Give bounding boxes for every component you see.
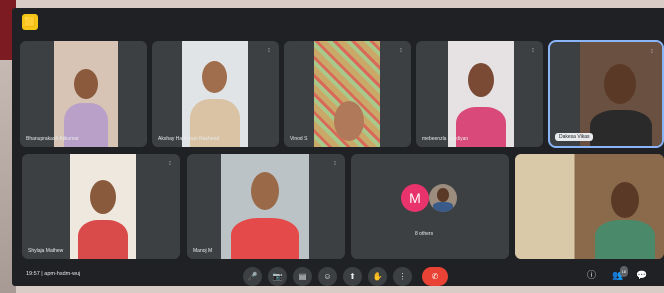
meeting-toolbar: 19:57 | apm-hsdm-wuj 🎤 📷 ▤ ☺ ⬆ ✋ ⋮ ✆ ⓘ 👥… [12, 264, 664, 286]
participant-name: Bhanuprakash Ajikumar [26, 136, 79, 142]
participant-name: Dakesa Vikas [555, 133, 594, 141]
participant-avatar-photo [429, 184, 457, 212]
meeting-code: apm-hsdm-wuj [44, 271, 81, 277]
present-button[interactable]: ⬆ [343, 267, 362, 286]
people-count-badge: 18 [619, 266, 628, 277]
more-options-icon[interactable]: ⁝ [397, 47, 405, 55]
raise-hand-button[interactable]: ✋ [368, 267, 387, 286]
meet-window: 🟨 Bhanuprakash Ajikumar ⁝ Akshay Harihar… [12, 8, 664, 286]
participant-tile[interactable]: ⁝ Shylaja Mathew [22, 154, 180, 259]
participant-name: Shylaja Mathew [28, 248, 64, 254]
more-options-icon[interactable]: ⁝ [331, 160, 339, 168]
participant-tile[interactable]: ⁝ Akshay Hariharan Rasheed [152, 41, 279, 147]
more-options-icon[interactable]: ⁝ [529, 47, 537, 55]
more-options-icon[interactable]: ⁝ [166, 160, 174, 168]
participant-tile[interactable] [515, 154, 664, 259]
others-count: 8 others [415, 231, 434, 237]
meeting-info: 19:57 | apm-hsdm-wuj [26, 271, 80, 277]
captions-button[interactable]: ▤ [293, 267, 312, 286]
participant-name: Vinod S [290, 136, 308, 142]
camera-button[interactable]: 📷 [268, 267, 287, 286]
meeting-time: 19:57 [26, 271, 40, 277]
others-tile[interactable]: M 8 others [351, 154, 509, 259]
participant-name: Akshay Hariharan Rasheed [158, 136, 220, 142]
meet-logo-icon: 🟨 [22, 14, 38, 30]
chat-icon[interactable]: 💬 [636, 270, 647, 281]
people-icon[interactable]: 👥 18 [612, 266, 628, 281]
participant-tile[interactable]: ⁝ mebeenzla pandiyan [416, 41, 543, 147]
emoji-button[interactable]: ☺ [318, 267, 337, 286]
participant-avatar: M [401, 184, 429, 212]
mic-button[interactable]: 🎤 [243, 267, 262, 286]
info-icon[interactable]: ⓘ [586, 270, 597, 281]
participant-tile[interactable]: Bhanuprakash Ajikumar [20, 41, 147, 147]
participant-name: mebeenzla pandiyan [422, 136, 469, 142]
separator: | [41, 271, 43, 277]
more-options-icon[interactable]: ⁝ [265, 47, 273, 55]
participant-name: Manoj M [193, 248, 213, 254]
more-options-icon[interactable]: ⁝ [648, 48, 656, 56]
more-options-button[interactable]: ⋮ [393, 267, 412, 286]
participant-tile-speaking[interactable]: ⁝ Dakesa Vikas [548, 40, 664, 148]
participant-tile[interactable]: ⁝ Manoj M [187, 154, 345, 259]
participant-tile[interactable]: ⁝ Vinod S [284, 41, 411, 147]
leave-call-button[interactable]: ✆ [422, 267, 448, 286]
